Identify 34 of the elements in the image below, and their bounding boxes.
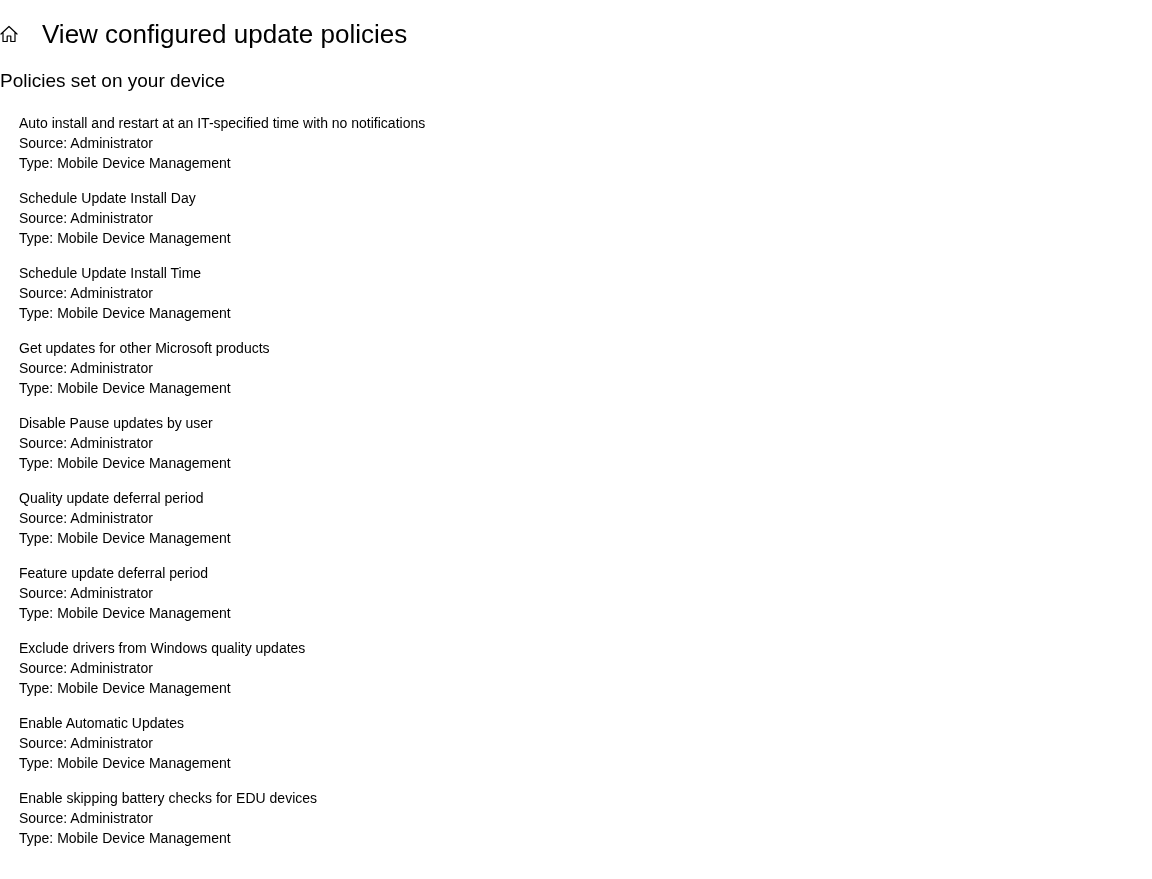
policy-type: Type: Mobile Device Management xyxy=(19,679,231,698)
page-title: View configured update policies xyxy=(42,18,408,51)
policy-source: Source: Administrator xyxy=(19,284,153,303)
policy-type: Type: Mobile Device Management xyxy=(19,529,231,548)
policy-name: Feature update deferral period xyxy=(19,564,209,583)
policy-type: Type: Mobile Device Management xyxy=(19,304,231,323)
policy-name: Schedule Update Install Time xyxy=(19,264,202,283)
home-icon xyxy=(0,25,18,43)
policy-type: Type: Mobile Device Management xyxy=(19,454,231,473)
policy-source: Source: Administrator xyxy=(19,434,153,453)
policy-source: Source: Administrator xyxy=(19,584,153,603)
policy-name: Quality update deferral period xyxy=(19,489,204,508)
policy-name: Exclude drivers from Windows quality updates xyxy=(19,639,306,658)
policy-type: Type: Mobile Device Management xyxy=(19,754,231,773)
policy-source: Source: Administrator xyxy=(19,359,153,378)
policy-name: Enable skipping battery checks for EDU devices xyxy=(19,789,318,808)
section-heading: Policies set on your device xyxy=(0,69,226,93)
policy-name: Get updates for other Microsoft products xyxy=(19,339,270,358)
policy-source: Source: Administrator xyxy=(19,134,153,153)
policy-name: Disable Pause updates by user xyxy=(19,414,213,433)
policy-type: Type: Mobile Device Management xyxy=(19,379,231,398)
policy-type: Type: Mobile Device Management xyxy=(19,154,231,173)
policy-source: Source: Administrator xyxy=(19,809,153,828)
policy-source: Source: Administrator xyxy=(19,509,153,528)
policy-source: Source: Administrator xyxy=(19,209,153,228)
policy-name: Auto install and restart at an IT-specified time with no notifications xyxy=(19,114,426,133)
policy-source: Source: Administrator xyxy=(19,734,153,753)
policy-source: Source: Administrator xyxy=(19,659,153,678)
policy-type: Type: Mobile Device Management xyxy=(19,229,231,248)
policy-type: Type: Mobile Device Management xyxy=(19,604,231,623)
home-button[interactable] xyxy=(0,24,20,44)
policy-type: Type: Mobile Device Management xyxy=(19,829,231,848)
policy-name: Schedule Update Install Day xyxy=(19,189,196,208)
policy-name: Enable Automatic Updates xyxy=(19,714,184,733)
